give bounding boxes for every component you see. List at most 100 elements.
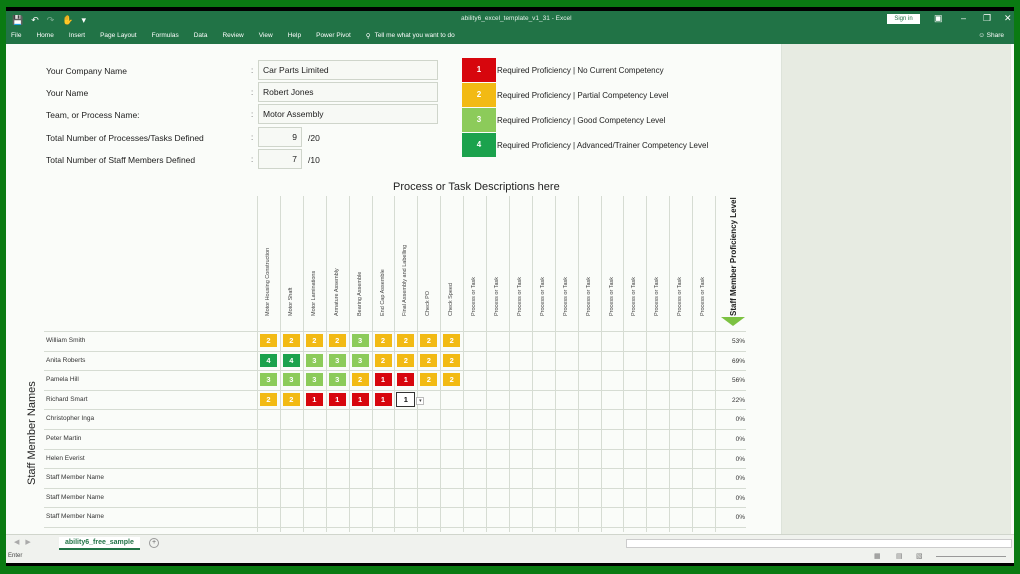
undo-icon[interactable]: ↶ [31, 14, 39, 26]
close-icon[interactable]: ✕ [1004, 13, 1012, 24]
column-header[interactable]: Check PO [417, 198, 439, 316]
column-header[interactable]: Process or Task [555, 198, 577, 316]
customize-qat-icon[interactable]: ▾ [82, 14, 87, 26]
proficiency-cell[interactable]: 3 [328, 373, 346, 387]
save-icon[interactable]: 💾 [12, 14, 23, 26]
ribbon-display-icon[interactable]: ▣ [934, 13, 943, 24]
column-header[interactable]: Bearing Assemble [349, 198, 371, 316]
horizontal-scrollbar[interactable] [626, 539, 1012, 548]
proficiency-cell[interactable]: 2 [397, 353, 415, 367]
column-header[interactable]: Process or Task [486, 198, 508, 316]
proficiency-cell[interactable]: 2 [374, 353, 392, 367]
column-header[interactable]: Process or Task [623, 198, 645, 316]
proficiency-cell[interactable]: 2 [420, 373, 438, 387]
proficiency-cell[interactable]: 2 [328, 334, 346, 347]
add-sheet-button[interactable]: + [149, 538, 159, 548]
proficiency-cell[interactable]: 2 [374, 334, 392, 347]
minimize-icon[interactable]: – [961, 13, 966, 23]
proficiency-cell[interactable]: 1 [305, 392, 323, 406]
proficiency-cell[interactable]: 2 [443, 373, 461, 387]
proficiency-cell[interactable]: 2 [420, 334, 438, 347]
proficiency-cell[interactable]: 2 [397, 334, 415, 347]
sheet-tab-active[interactable]: ability6_free_sample [59, 537, 140, 550]
proficiency-cell[interactable]: 3 [305, 353, 323, 367]
tab-home[interactable]: Home [36, 32, 53, 40]
staff-name[interactable]: William Smith [46, 337, 85, 344]
proficiency-cell[interactable]: 2 [282, 392, 300, 406]
proficiency-cell[interactable]: 2 [443, 353, 461, 367]
staff-name[interactable]: Staff Member Name [46, 513, 104, 520]
column-header[interactable]: Check Speed [440, 198, 462, 316]
staff-name[interactable]: Anita Roberts [46, 357, 85, 364]
proficiency-cell[interactable]: 2 [305, 334, 323, 347]
staff-name[interactable]: Pamela Hill [46, 376, 79, 383]
proficiency-cell[interactable]: 1 [351, 392, 369, 406]
staff-name[interactable]: Staff Member Name [46, 494, 104, 501]
restore-icon[interactable]: ❐ [983, 13, 991, 24]
staff-name[interactable]: Helen Everist [46, 455, 85, 462]
sign-in-button[interactable]: Sign in [887, 14, 920, 24]
column-header[interactable]: Process or Task [509, 198, 531, 316]
proficiency-cell[interactable]: 4 [282, 353, 300, 367]
active-cell[interactable]: 1 [396, 391, 416, 407]
column-header[interactable]: Motor Laminations [303, 198, 325, 316]
column-header[interactable]: Motor Housing Construction [257, 198, 279, 316]
staff-count-field[interactable]: 7 [258, 149, 302, 169]
proficiency-cell[interactable]: 2 [282, 334, 300, 347]
staff-name[interactable]: Staff Member Name [46, 474, 104, 481]
column-header[interactable]: Process or Task [669, 198, 691, 316]
column-header[interactable]: Motor Shaft [280, 198, 302, 316]
share-button[interactable]: ☺ Share [978, 32, 1004, 39]
proficiency-cell[interactable]: 1 [374, 373, 392, 387]
tasks-count-field[interactable]: 9 [258, 127, 302, 147]
staff-name[interactable]: Richard Smart [46, 396, 88, 403]
proficiency-cell[interactable]: 3 [351, 334, 369, 347]
tab-review[interactable]: Review [222, 32, 243, 40]
column-header[interactable]: Armature Assembly [326, 198, 348, 316]
column-header[interactable]: Process or Task [532, 198, 554, 316]
name-field[interactable]: Robert Jones [258, 82, 438, 102]
column-header[interactable]: Process or Task [578, 198, 600, 316]
sheet-nav-arrows[interactable]: ◀▶ [14, 538, 37, 546]
staff-name[interactable]: Peter Martin [46, 435, 81, 442]
proficiency-cell[interactable]: 3 [351, 353, 369, 367]
column-header[interactable]: End Cap Assemble [372, 198, 394, 316]
zoom-slider[interactable] [936, 556, 1006, 557]
tab-insert[interactable]: Insert [69, 32, 85, 40]
tab-view[interactable]: View [259, 32, 273, 40]
column-header[interactable]: Process or Task [692, 198, 714, 316]
staff-name[interactable]: Christopher Inga [46, 415, 94, 422]
tab-data[interactable]: Data [194, 32, 208, 40]
tab-formulas[interactable]: Formulas [152, 32, 179, 40]
proficiency-cell[interactable]: 3 [282, 373, 300, 387]
proficiency-cell[interactable]: 2 [420, 353, 438, 367]
dropdown-arrow-icon[interactable]: ▾ [416, 396, 425, 405]
proficiency-cell[interactable]: 1 [397, 373, 415, 387]
proficiency-cell[interactable]: 2 [351, 373, 369, 387]
column-header[interactable]: Process or Task [601, 198, 623, 316]
proficiency-cell[interactable]: 1 [328, 392, 346, 406]
proficiency-cell[interactable]: 3 [260, 373, 277, 387]
proficiency-cell[interactable]: 2 [443, 334, 461, 347]
column-header[interactable]: Process or Task [463, 198, 485, 316]
company-field[interactable]: Car Parts Limited [258, 60, 438, 80]
proficiency-cell[interactable]: 2 [260, 334, 277, 347]
normal-view-icon[interactable]: ▦ [874, 552, 881, 560]
proficiency-cell[interactable]: 3 [328, 353, 346, 367]
page-break-view-icon[interactable]: ▧ [916, 552, 923, 560]
column-header[interactable]: Process or Task [646, 198, 668, 316]
proficiency-cell[interactable]: 3 [305, 373, 323, 387]
tab-page-layout[interactable]: Page Layout [100, 32, 137, 40]
proficiency-cell[interactable]: 1 [374, 392, 392, 406]
tab-power-pivot[interactable]: Power Pivot [316, 32, 351, 40]
redo-icon[interactable]: ↷ [47, 14, 55, 26]
team-field[interactable]: Motor Assembly [258, 104, 438, 124]
tell-me-input[interactable]: Tell me what you want to do [375, 32, 455, 40]
proficiency-cell[interactable]: 2 [260, 392, 277, 406]
tab-help[interactable]: Help [288, 32, 301, 40]
proficiency-cell[interactable]: 4 [260, 353, 277, 367]
tab-file[interactable]: File [11, 32, 21, 40]
page-layout-view-icon[interactable]: ▤ [896, 552, 903, 560]
touch-mode-icon[interactable]: ✋ [62, 14, 73, 26]
column-header[interactable]: Final Assembly and Labelling [394, 198, 416, 316]
